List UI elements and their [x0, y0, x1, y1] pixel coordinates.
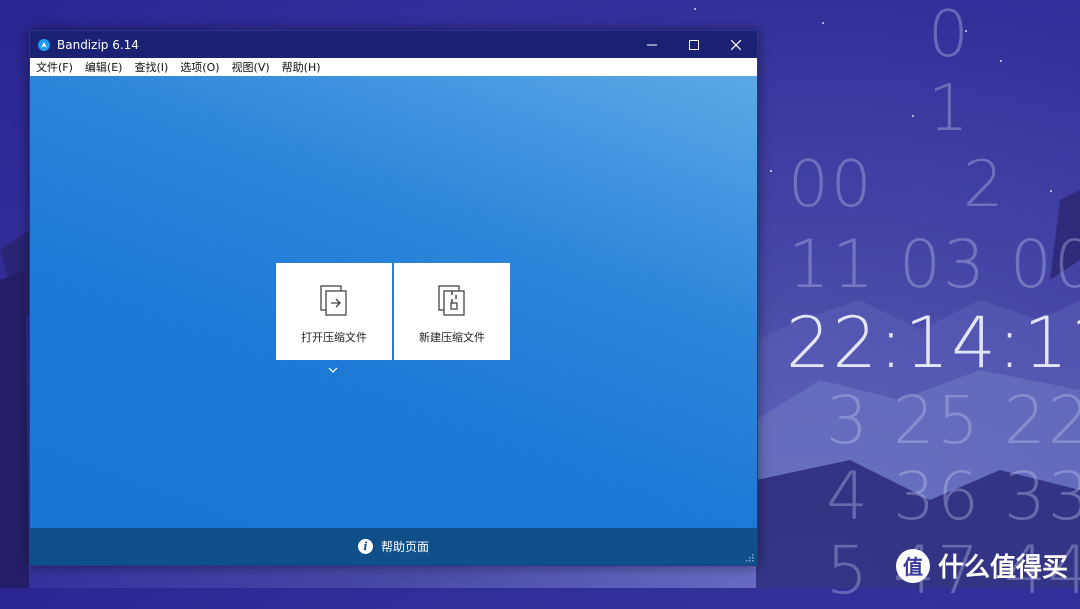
- clock-row: 11 03 00: [788, 226, 1080, 303]
- main-panel: 打开压缩文件 新建压缩文件: [30, 76, 757, 528]
- menu-view[interactable]: 视图(V): [226, 59, 276, 75]
- clock-row: 00 2: [788, 148, 1006, 222]
- clock-row: 4 36 33: [826, 458, 1080, 535]
- resize-grip-icon[interactable]: [746, 554, 754, 562]
- help-page-label: 帮助页面: [380, 540, 429, 554]
- clock-row: 0: [928, 0, 971, 72]
- new-archive-button[interactable]: 新建压缩文件: [394, 263, 510, 360]
- window-title: Bandizip 6.14: [57, 37, 139, 52]
- open-archive-button[interactable]: 打开压缩文件: [276, 263, 392, 360]
- watermark: 值 什么值得买: [895, 547, 1068, 584]
- new-archive-label: 新建压缩文件: [419, 331, 485, 344]
- open-archive-icon: [320, 285, 347, 316]
- close-button[interactable]: [715, 31, 757, 58]
- menu-help[interactable]: 帮助(H): [276, 59, 327, 75]
- clock-row: 3 25 22: [826, 382, 1080, 459]
- watermark-logo: 值: [895, 548, 930, 583]
- menu-options[interactable]: 选项(O): [174, 59, 225, 75]
- menu-file[interactable]: 文件(F): [30, 59, 79, 75]
- new-archive-icon: [438, 285, 465, 316]
- clock-time: 22:14:11: [786, 302, 1080, 384]
- close-icon: [731, 39, 741, 50]
- menu-find[interactable]: 查找(I): [128, 59, 174, 75]
- minimize-button[interactable]: [631, 31, 673, 58]
- bandizip-window: Bandizip 6.14 文件(F) 编辑(E) 查找(I) 选项(O) 视图…: [29, 30, 758, 566]
- footer-bar: i 帮助页面: [30, 528, 757, 565]
- minimize-icon: [647, 44, 657, 45]
- open-archive-label: 打开压缩文件: [301, 331, 367, 344]
- info-icon: i: [357, 539, 373, 554]
- menu-bar: 文件(F) 编辑(E) 查找(I) 选项(O) 视图(V) 帮助(H): [30, 58, 757, 76]
- maximize-button[interactable]: [673, 31, 715, 58]
- title-bar[interactable]: Bandizip 6.14: [30, 31, 757, 58]
- menu-edit[interactable]: 编辑(E): [79, 59, 129, 75]
- clock-row: 1: [928, 72, 971, 146]
- bandizip-icon: [38, 38, 50, 51]
- watermark-text: 什么值得买: [937, 553, 1068, 583]
- maximize-icon: [689, 39, 699, 50]
- help-page-link[interactable]: i 帮助页面: [357, 538, 429, 555]
- chevron-down-icon[interactable]: [328, 366, 338, 374]
